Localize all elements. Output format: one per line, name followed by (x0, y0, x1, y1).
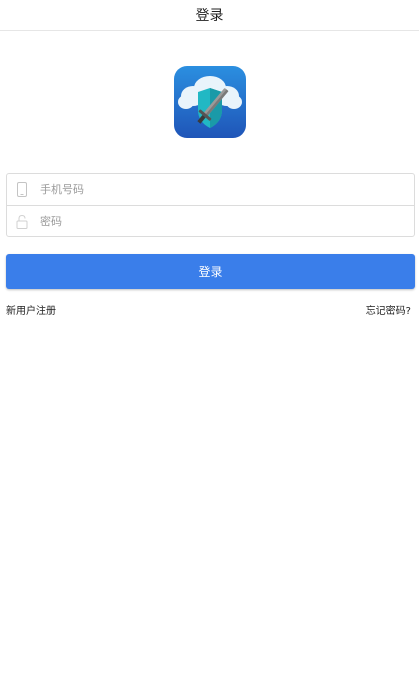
phone-field-row (7, 174, 414, 205)
password-field-row (7, 205, 414, 237)
forgot-password-link[interactable]: 忘记密码? (366, 302, 411, 317)
login-button[interactable]: 登录 (6, 254, 415, 289)
register-link[interactable]: 新用户注册 (6, 302, 56, 317)
shield-sword-logo-icon (174, 66, 246, 138)
phone-input[interactable] (40, 174, 400, 204)
top-bar: 登录 (0, 0, 419, 31)
password-input[interactable] (40, 206, 400, 236)
page-title: 登录 (195, 8, 224, 24)
login-page: 登录 手机号码 登录 新用户注册 忘记密码? (0, 0, 419, 700)
login-form (6, 173, 415, 237)
app-logo (174, 66, 246, 138)
phone-icon (15, 181, 29, 198)
lock-icon (15, 214, 29, 230)
